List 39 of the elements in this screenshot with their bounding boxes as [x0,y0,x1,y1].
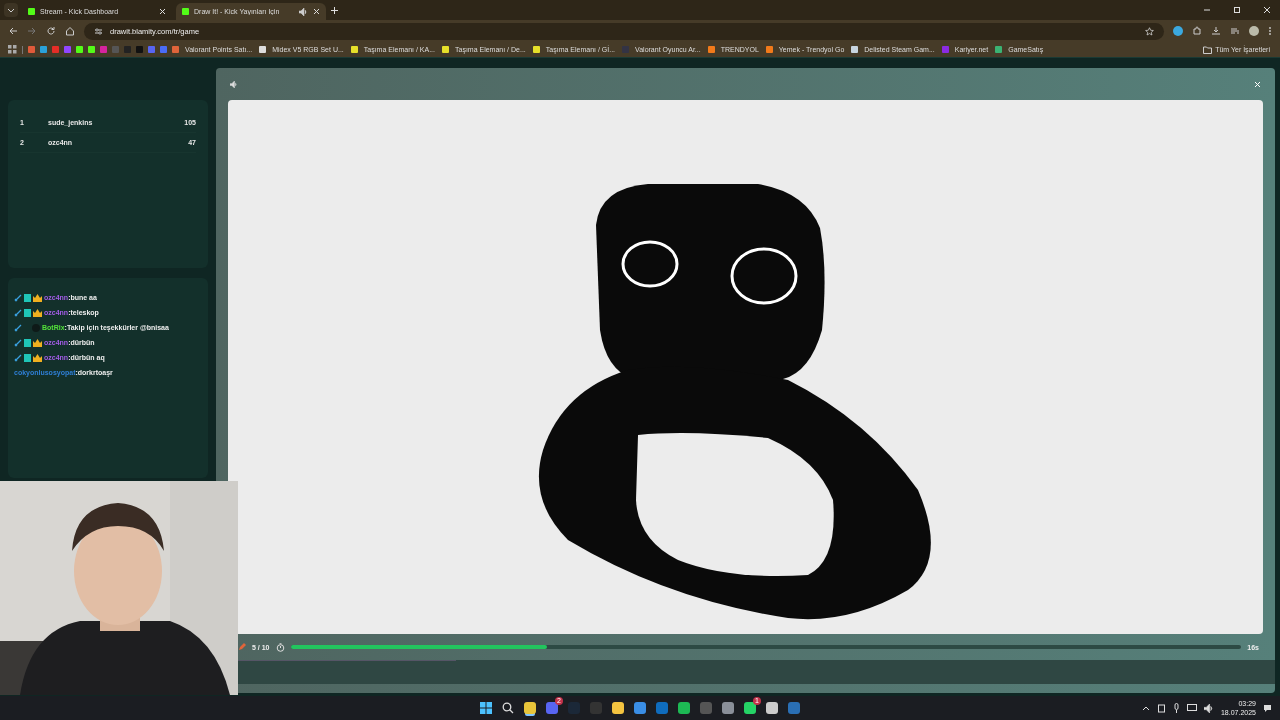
speaker-icon[interactable] [1203,703,1214,713]
notification-icon[interactable] [1263,703,1272,713]
tab-favicon-icon [182,8,189,15]
close-icon[interactable] [1262,5,1272,15]
tab-search-button[interactable] [4,3,18,17]
taskbar-app-icon[interactable] [634,702,646,714]
close-icon[interactable] [159,8,166,15]
timer-icon [275,642,285,652]
folder-icon [1203,45,1213,54]
taskbar-app-icon[interactable] [766,702,778,714]
start-icon[interactable] [480,702,492,714]
new-tab-icon[interactable] [330,5,339,15]
apps-icon[interactable] [8,45,17,54]
restore-icon[interactable] [1232,5,1242,15]
star-icon[interactable] [1145,26,1154,36]
site-settings-icon[interactable] [94,26,103,36]
pencil-icon [238,643,246,651]
microphone-icon[interactable] [1172,703,1180,713]
menu-icon[interactable] [1268,26,1272,36]
taskbar-app-icon[interactable] [612,702,624,714]
media-icon[interactable] [1230,26,1240,36]
forward-icon[interactable] [27,26,37,36]
download-icon[interactable] [1211,26,1221,36]
taskbar-app-icon[interactable] [678,702,690,714]
taskbar-app-icon[interactable] [722,702,734,714]
extension-icon[interactable] [1173,26,1183,36]
back-icon[interactable] [8,26,18,36]
tray-icon[interactable] [1156,703,1166,713]
profile-avatar[interactable] [1249,26,1259,36]
close-icon[interactable] [313,8,320,15]
reload-icon[interactable] [46,26,56,36]
home-icon[interactable] [65,26,75,36]
network-icon[interactable] [1186,703,1197,713]
taskbar-app-icon[interactable] [524,702,536,714]
search-icon[interactable] [502,702,514,714]
chevron-icon [7,6,15,14]
puzzle-icon[interactable] [1192,26,1202,36]
chevron-icon[interactable] [1141,705,1150,711]
tab-favicon-icon [28,8,35,15]
